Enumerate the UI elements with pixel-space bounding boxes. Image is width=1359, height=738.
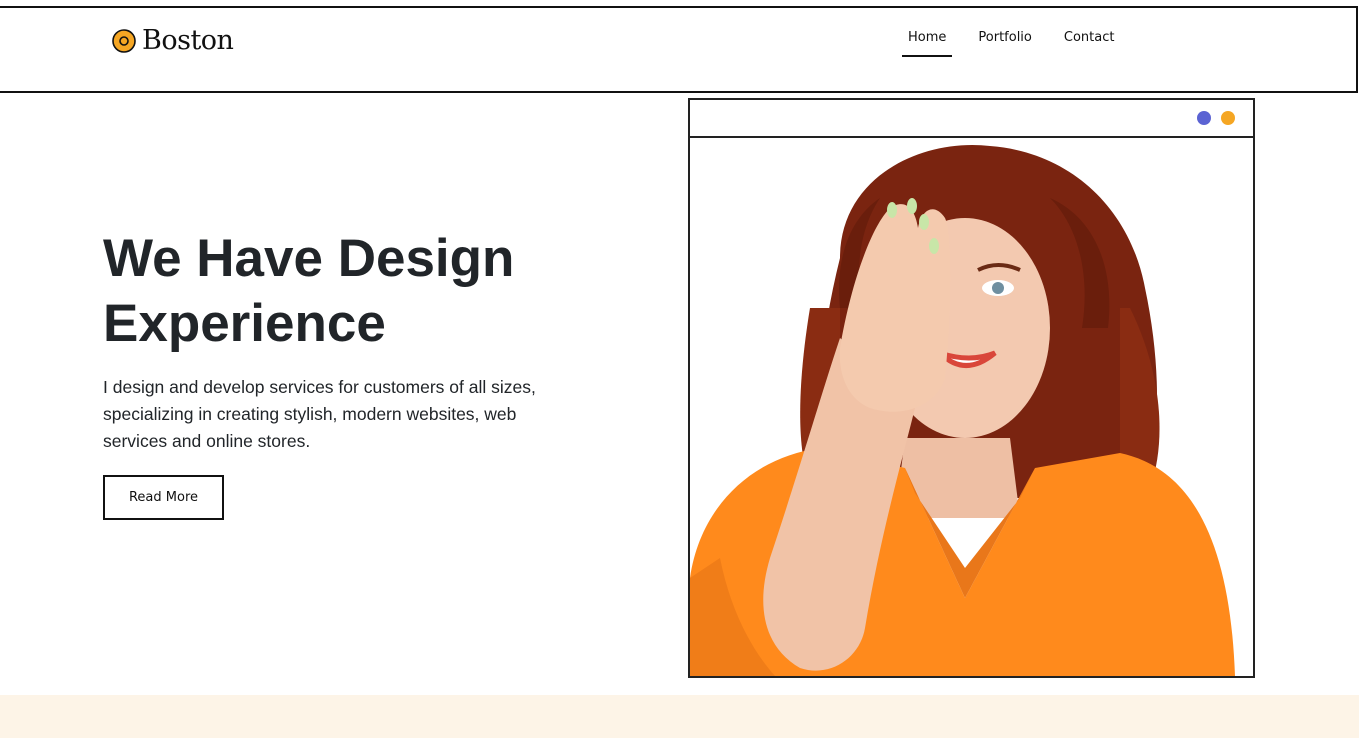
smiling-woman-covering-eye-photo bbox=[690, 138, 1253, 676]
hero-title: We Have Design Experience bbox=[103, 229, 515, 353]
bottom-section-band bbox=[0, 695, 1359, 738]
circle-logo-icon bbox=[112, 29, 136, 53]
blue-dot-icon bbox=[1197, 111, 1211, 125]
nav-item-home[interactable]: Home bbox=[892, 26, 962, 57]
main-nav: Home Portfolio Contact bbox=[892, 26, 1131, 57]
read-more-button[interactable]: Read More bbox=[103, 475, 224, 520]
orange-dot-icon bbox=[1221, 111, 1235, 125]
brand-name: Boston bbox=[142, 25, 234, 56]
browser-frame-bar bbox=[690, 100, 1253, 138]
hero-description: I design and develop services for custom… bbox=[103, 377, 536, 451]
site-header: Boston Home Portfolio Contact bbox=[0, 6, 1358, 93]
page: Boston Home Portfolio Contact We Have De… bbox=[0, 0, 1359, 738]
nav-item-contact[interactable]: Contact bbox=[1048, 26, 1131, 56]
browser-frame bbox=[688, 98, 1255, 678]
brand-logo[interactable]: Boston bbox=[112, 25, 234, 56]
nav-item-portfolio[interactable]: Portfolio bbox=[962, 26, 1047, 56]
